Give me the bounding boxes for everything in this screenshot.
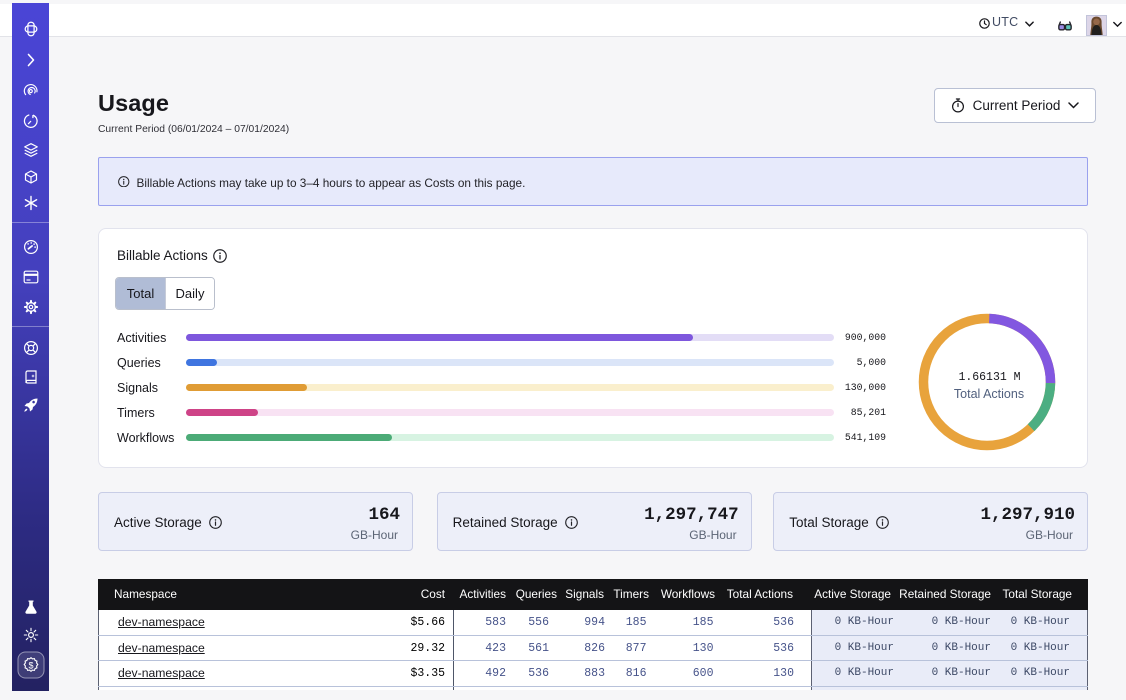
svg-text:$: $ [28, 661, 33, 671]
